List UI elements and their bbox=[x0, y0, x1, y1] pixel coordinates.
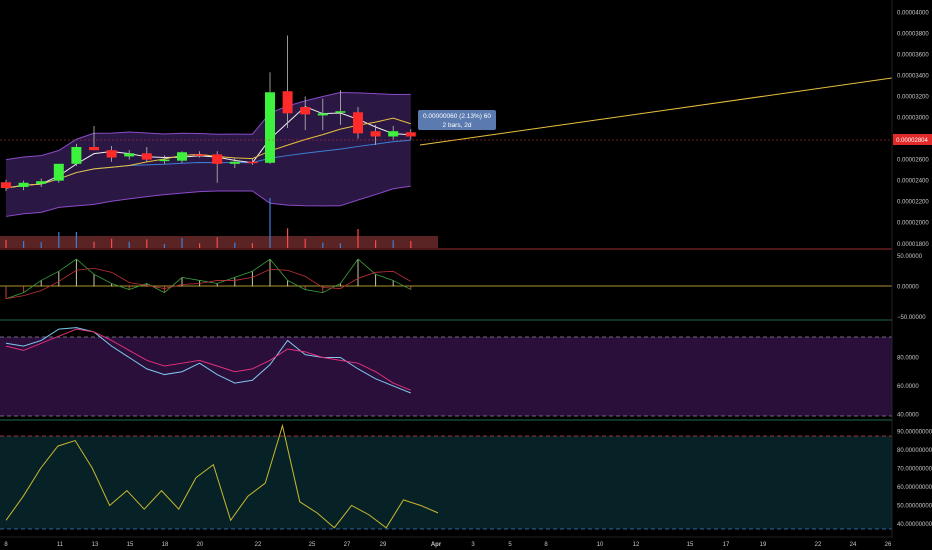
candle-body bbox=[194, 154, 205, 156]
time-tick-label: 26 bbox=[885, 542, 892, 548]
macd-tick-label: 0.00000 bbox=[897, 285, 919, 291]
candle-body bbox=[141, 153, 152, 160]
candle-body bbox=[300, 107, 311, 115]
time-tick-label: 27 bbox=[344, 542, 351, 548]
price-tick-label: 0.00003600 bbox=[897, 52, 929, 58]
price-panel[interactable]: 0.00004000 0.00003800 0.00003600 0.00003400… bbox=[0, 10, 932, 250]
rsi-axis[interactable]: 90.00000000 80.00000000 70.00000000 60.0000… bbox=[897, 429, 932, 528]
time-tick-label: 8 bbox=[544, 542, 548, 548]
macd-line bbox=[5, 258, 411, 300]
price-tick-label: 0.00002200 bbox=[897, 200, 929, 206]
time-tick-label: 11 bbox=[57, 542, 64, 548]
candle-body bbox=[212, 154, 223, 164]
candle-body bbox=[265, 92, 275, 163]
stochastic-tick-label: 60.0000 bbox=[897, 384, 919, 390]
tooltip-line-2: 2 bars, 2d bbox=[443, 122, 472, 129]
time-tick-label: 29 bbox=[380, 542, 387, 548]
time-tick-label: 25 bbox=[309, 542, 316, 548]
time-axis[interactable]: 8 11 13 15 18 20 22 25 27 29 Apr 3 5 8 10 12 15 17 19 22 24 2… bbox=[4, 542, 892, 548]
time-tick-label: 22 bbox=[815, 542, 822, 548]
candle-body bbox=[124, 153, 135, 157]
macd-histogram bbox=[5, 259, 412, 299]
volume-area bbox=[0, 236, 438, 248]
candle-body bbox=[229, 161, 240, 164]
time-tick-label: 17 bbox=[723, 542, 730, 548]
candle-body bbox=[317, 113, 328, 116]
time-tick-label: 8 bbox=[4, 542, 8, 548]
candle-body bbox=[177, 152, 187, 161]
time-tick-label: 13 bbox=[92, 542, 99, 548]
candle-body bbox=[71, 146, 82, 164]
price-tick-label: 0.00003800 bbox=[897, 31, 929, 37]
stochastic-axis[interactable]: 80.0000 60.0000 40.0000 bbox=[897, 356, 919, 419]
time-tick-label: 19 bbox=[760, 542, 767, 548]
macd-tick-label: 50.00000 bbox=[897, 254, 923, 260]
candle-body bbox=[388, 131, 399, 137]
measure-tooltip: 0.00000060 (2.13%) 60 2 bars, 2d bbox=[418, 110, 496, 130]
candle-body bbox=[353, 112, 363, 134]
price-tick-label: 0.00003400 bbox=[897, 73, 929, 79]
price-tick-label: 0.00003200 bbox=[897, 94, 929, 100]
stochastic-tick-label: 40.0000 bbox=[897, 412, 919, 418]
rsi-tick-label: 50.00000000 bbox=[897, 503, 932, 509]
candle-body bbox=[282, 91, 293, 114]
last-price-label: 0.00002804 bbox=[896, 138, 928, 144]
price-tick-label: 0.00002400 bbox=[897, 179, 929, 185]
time-tick-label: 12 bbox=[633, 542, 640, 548]
macd-axis[interactable]: 50.00000 0.00000 −50.00000 bbox=[897, 254, 926, 321]
rsi-tick-label: 60.00000000 bbox=[897, 485, 932, 491]
candle-body bbox=[36, 181, 47, 184]
time-tick-label: 20 bbox=[197, 542, 204, 548]
candle-body bbox=[370, 131, 381, 137]
candle-body bbox=[53, 163, 64, 181]
tooltip-line-1: 0.00000060 (2.13%) 60 bbox=[423, 113, 491, 120]
candle-body bbox=[89, 146, 99, 151]
price-tick-label: 0.00001800 bbox=[897, 242, 929, 248]
macd-panel[interactable]: 50.00000 0.00000 −50.00000 bbox=[0, 254, 926, 321]
price-axis[interactable]: 0.00004000 0.00003800 0.00003600 0.00003400… bbox=[897, 10, 929, 247]
time-tick-label: 22 bbox=[255, 542, 262, 548]
rsi-tick-label: 90.00000000 bbox=[897, 429, 932, 435]
price-tick-label: 0.00003000 bbox=[897, 116, 929, 122]
time-tick-label: 3 bbox=[471, 542, 475, 548]
candle-body bbox=[18, 182, 29, 187]
rsi-tick-label: 70.00000000 bbox=[897, 466, 932, 472]
bollinger-band-fill bbox=[6, 92, 411, 217]
time-tick-label: 24 bbox=[850, 542, 857, 548]
stochastic-panel[interactable]: 80.0000 60.0000 40.0000 bbox=[0, 327, 919, 421]
candle-body bbox=[247, 161, 258, 164]
time-tick-label: 15 bbox=[127, 542, 134, 548]
rsi-panel[interactable]: 90.00000000 80.00000000 70.00000000 60.0000… bbox=[0, 423, 932, 530]
price-tick-label: 0.00002000 bbox=[897, 221, 929, 227]
rsi-tick-label: 40.00000000 bbox=[897, 522, 932, 528]
time-tick-label: 10 bbox=[597, 542, 604, 548]
candle-body bbox=[405, 132, 416, 137]
trading-chart[interactable]: 0.00004000 0.00003800 0.00003600 0.00003400… bbox=[0, 0, 932, 550]
time-tick-label: Apr bbox=[431, 542, 442, 548]
macd-signal-line bbox=[5, 267, 411, 300]
rsi-tick-label: 80.00000000 bbox=[897, 448, 932, 454]
price-tick-label: 0.00004000 bbox=[897, 10, 929, 16]
candle-body bbox=[335, 111, 346, 113]
stochastic-tick-label: 80.0000 bbox=[897, 356, 919, 362]
stochastic-band bbox=[0, 337, 892, 416]
candle-body bbox=[106, 150, 117, 158]
price-tick-label: 0.00002600 bbox=[897, 158, 929, 164]
macd-tick-label: −50.00000 bbox=[897, 315, 926, 321]
rsi-band bbox=[0, 436, 892, 529]
time-tick-label: 18 bbox=[162, 542, 169, 548]
candle-body bbox=[1, 182, 11, 189]
candle-body bbox=[159, 159, 170, 162]
time-tick-label: 15 bbox=[687, 542, 694, 548]
time-tick-label: 5 bbox=[508, 542, 512, 548]
